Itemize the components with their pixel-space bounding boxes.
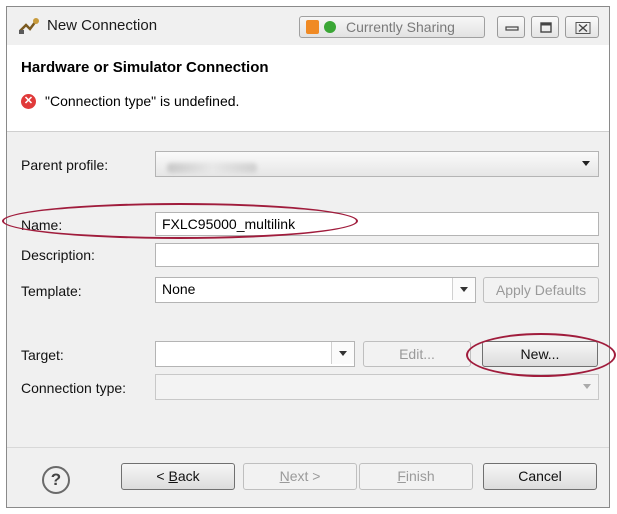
maximize-button[interactable] [531, 16, 559, 38]
description-field[interactable] [155, 243, 599, 267]
template-label: Template: [21, 283, 82, 299]
back-rest: ack [177, 468, 200, 484]
minimize-button[interactable] [497, 16, 525, 38]
chevron-down-icon [460, 287, 468, 292]
minimize-icon [505, 26, 519, 31]
template-value: None [162, 281, 196, 297]
target-select[interactable] [155, 341, 355, 367]
finish-mnemonic: F [397, 468, 406, 484]
apply-defaults-button[interactable]: Apply Defaults [483, 277, 599, 303]
title-bar: New Connection Currently Sharing [7, 7, 609, 45]
next-button[interactable]: Next > [243, 463, 357, 490]
chevron-down-icon [339, 351, 347, 356]
finish-rest: inish [405, 468, 435, 484]
template-dropdown-button[interactable] [452, 278, 475, 300]
target-dropdown-button[interactable] [331, 342, 354, 364]
sharing-status-text: Currently Sharing [346, 19, 455, 35]
redacted-profile-value [167, 163, 257, 173]
connection-type-label: Connection type: [21, 380, 127, 396]
error-icon: ✕ [21, 94, 36, 109]
window-title: New Connection [47, 17, 158, 34]
share-icon [306, 20, 319, 34]
next-mnemonic: N [279, 468, 290, 484]
target-label: Target: [21, 347, 64, 363]
help-button[interactable]: ? [42, 466, 70, 494]
sharing-status-indicator[interactable]: Currently Sharing [299, 16, 485, 38]
connection-type-dropdown-button[interactable] [576, 375, 598, 397]
back-button[interactable]: < Back [121, 463, 235, 490]
page-title: Hardware or Simulator Connection [21, 59, 269, 76]
description-label: Description: [21, 247, 95, 263]
cancel-button[interactable]: Cancel [483, 463, 597, 490]
back-prefix: < [156, 468, 169, 484]
chevron-down-icon [582, 161, 590, 166]
connection-type-select[interactable] [155, 374, 599, 400]
finish-button[interactable]: Finish [359, 463, 473, 490]
new-button-annotation-oval [466, 333, 616, 377]
footer-separator [7, 447, 609, 448]
template-select[interactable]: None [155, 277, 476, 303]
close-button[interactable] [565, 16, 599, 38]
parent-profile-label: Parent profile: [21, 157, 109, 173]
chevron-down-icon [583, 384, 591, 389]
error-message: "Connection type" is undefined. [45, 93, 240, 109]
online-status-icon [324, 21, 336, 33]
connection-plug-icon [19, 18, 39, 34]
next-rest: ext > [289, 468, 321, 484]
wizard-header: Hardware or Simulator Connection ✕ "Conn… [7, 45, 609, 132]
close-icon [575, 22, 591, 34]
maximize-icon [540, 22, 552, 33]
new-connection-dialog: New Connection Currently Sharing Hardwar… [6, 6, 610, 508]
edit-target-button[interactable]: Edit... [363, 341, 471, 367]
name-annotation-oval [2, 203, 358, 239]
back-mnemonic: B [168, 468, 178, 484]
